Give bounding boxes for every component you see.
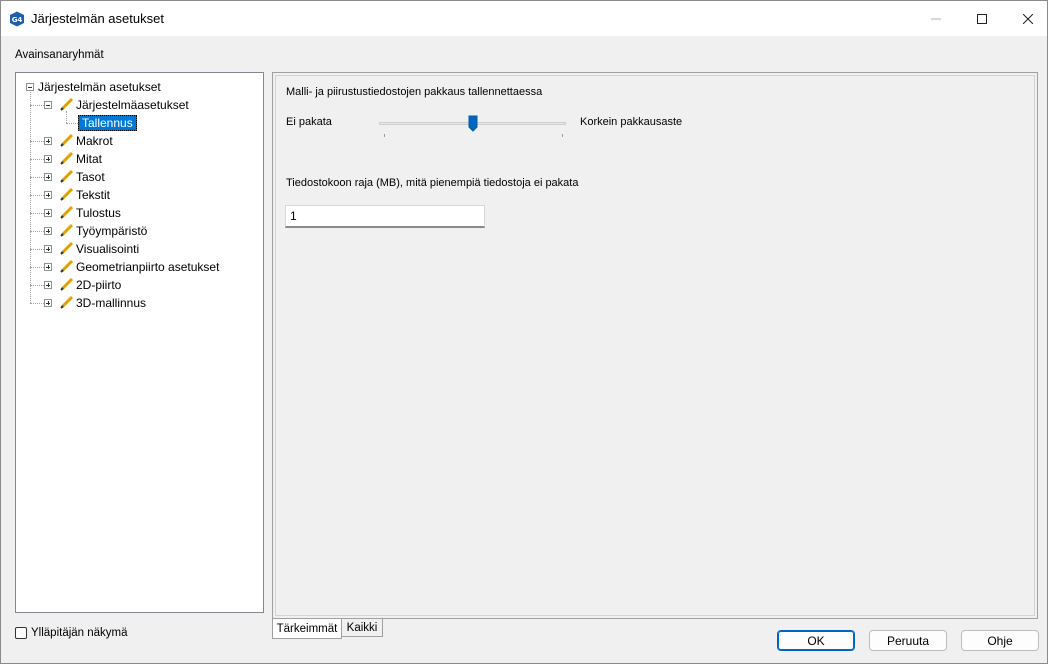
pencil-ruler-icon	[60, 259, 74, 273]
slider-max-label: Korkein pakkausaste	[580, 116, 683, 128]
help-button[interactable]: Ohje	[961, 630, 1039, 651]
admin-view-checkbox-row[interactable]: Ylläpitäjän näkymä	[15, 627, 128, 639]
tree-item-label: Geometrianpiirto asetukset	[76, 260, 220, 274]
tree-item-geometrianpiirto-asetukset[interactable]: Geometrianpiirto asetukset	[76, 258, 219, 276]
admin-view-checkbox[interactable]	[15, 627, 27, 639]
pencil-ruler-icon	[60, 169, 74, 183]
tree-item-label: Visualisointi	[76, 242, 140, 256]
tree-item-tulostus[interactable]: Tulostus	[76, 204, 121, 222]
size-limit-input[interactable]: 1	[285, 205, 485, 228]
tree-guide-line	[30, 303, 44, 304]
minimize-icon	[931, 18, 941, 19]
ok-button[interactable]: OK	[777, 630, 855, 651]
svg-text:G4: G4	[12, 16, 23, 24]
tree-guide-line	[30, 105, 44, 106]
tree-guide-line	[30, 285, 44, 286]
tree-item-label: Mitat	[76, 152, 103, 166]
expand-toggle-geometrianpiirto-asetukset[interactable]	[44, 263, 52, 271]
tree-guide-line	[30, 159, 44, 160]
expand-toggle-mitat[interactable]	[44, 155, 52, 163]
collapse-system-settings-toggle[interactable]	[44, 101, 52, 109]
tree-item-ty-ymp-rist-[interactable]: Työympäristö	[76, 222, 147, 240]
settings-dialog: G4 Järjestelmän asetukset Avainsanaryhmä…	[0, 0, 1048, 664]
tab-important[interactable]: Tärkeimmät	[272, 619, 342, 639]
tree-item-visualisointi[interactable]: Visualisointi	[76, 240, 139, 258]
title-bar: G4 Järjestelmän asetukset	[1, 1, 1047, 36]
tree-guide-line	[30, 177, 44, 178]
settings-tree[interactable]: Järjestelmän asetukset Järjestelmäasetuk…	[15, 72, 264, 613]
pencil-ruler-icon	[60, 295, 74, 309]
tree-item-tasot[interactable]: Tasot	[76, 168, 105, 186]
tree-guide-line	[30, 213, 44, 214]
slider-tick	[562, 134, 563, 137]
pencil-ruler-icon	[60, 277, 74, 291]
tree-guide-line	[30, 267, 44, 268]
pencil-ruler-icon	[60, 151, 74, 165]
tree-item-makrot[interactable]: Makrot	[76, 132, 113, 150]
tree-item-tallennus[interactable]: Tallennus	[78, 114, 137, 132]
tree-item-tekstit[interactable]: Tekstit	[76, 186, 110, 204]
keyword-groups-label: Avainsanaryhmät	[15, 49, 104, 61]
maximize-icon	[977, 13, 987, 24]
compression-title: Malli- ja piirustustiedostojen pakkaus t…	[286, 86, 543, 98]
tree-item-system-settings[interactable]: Järjestelmäasetukset	[76, 96, 189, 114]
close-icon	[1023, 13, 1033, 24]
window-title: Järjestelmän asetukset	[31, 11, 164, 26]
tree-item-label: Tekstit	[76, 188, 111, 202]
admin-view-label: Ylläpitäjän näkymä	[31, 627, 128, 639]
tree-item-label: Työympäristö	[76, 224, 148, 238]
pencil-ruler-icon	[60, 133, 74, 147]
settings-panel-inner	[275, 75, 1035, 616]
expand-toggle-tasot[interactable]	[44, 173, 52, 181]
tree-item-label: 3D-mallinnus	[76, 296, 147, 310]
tree-item-label: 2D-piirto	[76, 278, 122, 292]
tree-item-label: Makrot	[76, 134, 113, 148]
tree-item-label: Järjestelmän asetukset	[38, 80, 161, 94]
tab-all[interactable]: Kaikki	[342, 619, 383, 637]
tree-guide-line	[30, 195, 44, 196]
pencil-ruler-icon	[60, 205, 74, 219]
settings-panel	[272, 72, 1038, 619]
tree-guide-line	[66, 111, 67, 123]
tree-guide-line	[30, 249, 44, 250]
size-limit-label: Tiedostokoon raja (MB), mitä pienempiä t…	[286, 177, 579, 189]
expand-toggle-ty-ymp-rist-[interactable]	[44, 227, 52, 235]
tree-item-label: Järjestelmäasetukset	[76, 98, 189, 112]
tree-item-label: Tasot	[76, 170, 105, 184]
collapse-root-toggle[interactable]	[26, 83, 34, 91]
expand-toggle-tulostus[interactable]	[44, 209, 52, 217]
maximize-button[interactable]	[959, 1, 1005, 36]
tree-guide-line	[30, 92, 31, 303]
slider-tick	[384, 134, 385, 137]
tree-item-3d-mallinnus[interactable]: 3D-mallinnus	[76, 294, 146, 312]
expand-toggle-visualisointi[interactable]	[44, 245, 52, 253]
tree-item-label-selected: Tallennus	[78, 115, 137, 131]
cancel-button[interactable]: Peruuta	[869, 630, 947, 651]
pencil-ruler-icon	[60, 187, 74, 201]
expand-toggle-3d-mallinnus[interactable]	[44, 299, 52, 307]
slider-min-label: Ei pakata	[286, 116, 332, 128]
minimize-button[interactable]	[913, 1, 959, 36]
pencil-ruler-icon	[60, 223, 74, 237]
close-button[interactable]	[1005, 1, 1051, 36]
tree-guide-line	[66, 123, 78, 124]
tree-item-label: Tulostus	[76, 206, 121, 220]
pencil-ruler-icon	[60, 97, 74, 111]
tree-item-2d-piirto[interactable]: 2D-piirto	[76, 276, 121, 294]
compression-slider-thumb[interactable]	[468, 115, 478, 132]
tree-item-mitat[interactable]: Mitat	[76, 150, 102, 168]
app-logo-icon: G4	[10, 11, 24, 27]
tree-guide-line	[30, 141, 44, 142]
tree-item-root[interactable]: Järjestelmän asetukset	[38, 78, 161, 96]
expand-toggle-makrot[interactable]	[44, 137, 52, 145]
expand-toggle-tekstit[interactable]	[44, 191, 52, 199]
pencil-ruler-icon	[60, 241, 74, 255]
tree-guide-line	[30, 231, 44, 232]
expand-toggle-2d-piirto[interactable]	[44, 281, 52, 289]
